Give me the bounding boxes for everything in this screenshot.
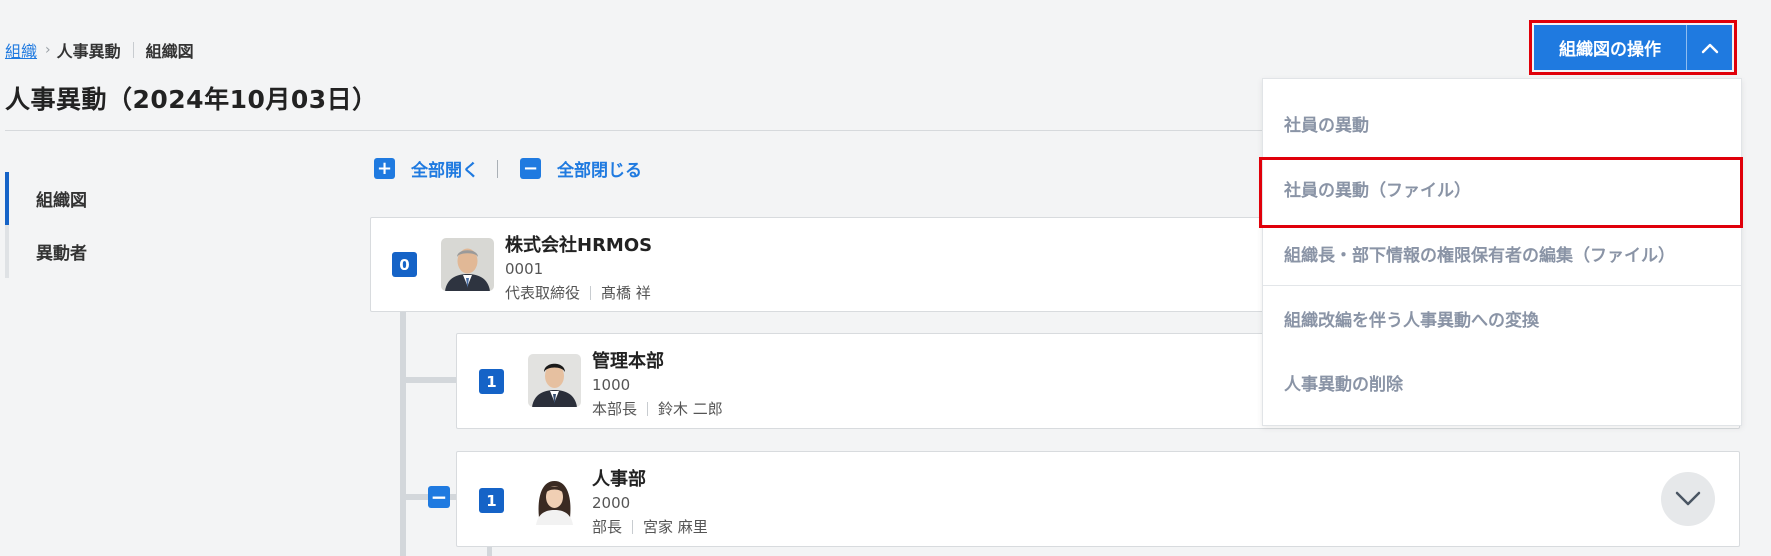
tree-connector-horizontal <box>400 377 456 383</box>
org-actions-dropdown: 社員の異動 社員の異動（ファイル） 組織長・部下情報の権限保有者の編集（ファイル… <box>1262 78 1742 426</box>
sidenav-item-transferees[interactable]: 異動者 <box>5 225 205 278</box>
manager-title: 部長 <box>592 518 623 536</box>
org-actions-button[interactable]: 組織図の操作 <box>1534 25 1732 70</box>
breadcrumb-sub: 組織図 <box>145 42 194 61</box>
org-card[interactable]: 0 株式会社HRMOS 0001 代表取締役 髙橋 祥 <box>370 217 1402 312</box>
expand-all-button[interactable]: + 全部開く <box>374 156 479 181</box>
chevron-up-icon <box>1701 43 1718 53</box>
tree-connector-vertical <box>487 547 492 556</box>
manager-name: 宮家 麻里 <box>643 518 708 536</box>
collapse-all-button[interactable]: − 全部閉じる <box>520 156 642 181</box>
plus-icon: + <box>374 158 395 179</box>
controls-divider <box>497 159 498 178</box>
manager-name: 髙橋 祥 <box>601 284 651 302</box>
side-nav: 組織図 異動者 <box>5 172 205 278</box>
role-divider <box>632 519 634 534</box>
breadcrumb-divider <box>132 42 134 58</box>
sidenav-item-label: 組織図 <box>36 191 87 211</box>
org-actions-label[interactable]: 組織図の操作 <box>1534 35 1686 60</box>
collapse-node-button[interactable]: − <box>428 485 450 509</box>
org-name: 管理本部 <box>592 351 664 372</box>
org-manager: 本部長 鈴木 二郎 <box>592 398 723 419</box>
level-badge: 1 <box>479 488 504 513</box>
org-card[interactable]: 1 人事部 2000 部長 宮家 麻里 <box>456 451 1740 547</box>
org-actions-highlight: 組織図の操作 <box>1529 20 1737 75</box>
tree-controls: + 全部開く − 全部閉じる <box>374 156 642 181</box>
title-divider <box>5 130 1305 131</box>
level-badge: 0 <box>392 252 417 277</box>
expand-card-button[interactable] <box>1661 472 1715 526</box>
menu-divider <box>1263 285 1741 286</box>
role-divider <box>647 401 649 416</box>
role-divider <box>590 285 592 300</box>
sidenav-item-org-chart[interactable]: 組織図 <box>5 172 205 225</box>
page-title: 人事異動（2024年10月03日） <box>5 85 378 114</box>
menu-item-edit-permissions-file[interactable]: 組織長・部下情報の権限保有者の編集（ファイル） <box>1263 223 1741 283</box>
page-root: 組織 › 人事異動 組織図 人事異動（2024年10月03日） 組織図 異動者 … <box>0 0 1771 556</box>
menu-toggle-button[interactable] <box>1687 25 1732 70</box>
org-code: 1000 <box>592 376 631 394</box>
collapse-all-label: 全部閉じる <box>557 161 642 181</box>
sidenav-item-label: 異動者 <box>36 244 87 264</box>
menu-item-transfer-employee-file[interactable]: 社員の異動（ファイル） <box>1263 158 1741 218</box>
manager-title: 代表取締役 <box>505 284 581 302</box>
minus-icon: − <box>520 158 541 179</box>
breadcrumb: 組織 › 人事異動 組織図 <box>5 38 194 62</box>
avatar <box>528 354 581 407</box>
manager-name: 鈴木 二郎 <box>658 400 723 418</box>
org-name: 人事部 <box>592 469 646 490</box>
manager-title: 本部長 <box>592 400 638 418</box>
expand-all-label: 全部開く <box>411 161 479 181</box>
breadcrumb-current: 人事異動 <box>56 42 121 61</box>
org-manager: 代表取締役 髙橋 祥 <box>505 282 651 303</box>
chevron-right-icon: › <box>45 42 51 58</box>
menu-item-convert-reorganization[interactable]: 組織改編を伴う人事異動への変換 <box>1263 288 1741 348</box>
level-badge: 1 <box>479 369 504 394</box>
menu-item-delete-transfer[interactable]: 人事異動の削除 <box>1263 352 1741 412</box>
tree-connector-vertical <box>400 311 406 556</box>
org-code: 0001 <box>505 260 544 278</box>
chevron-down-icon <box>1675 491 1701 506</box>
avatar <box>528 472 581 525</box>
menu-item-transfer-employee[interactable]: 社員の異動 <box>1263 93 1741 153</box>
avatar <box>441 238 494 291</box>
org-name: 株式会社HRMOS <box>505 235 653 256</box>
org-code: 2000 <box>592 494 631 512</box>
breadcrumb-org-link[interactable]: 組織 <box>5 38 37 62</box>
org-manager: 部長 宮家 麻里 <box>592 516 708 537</box>
